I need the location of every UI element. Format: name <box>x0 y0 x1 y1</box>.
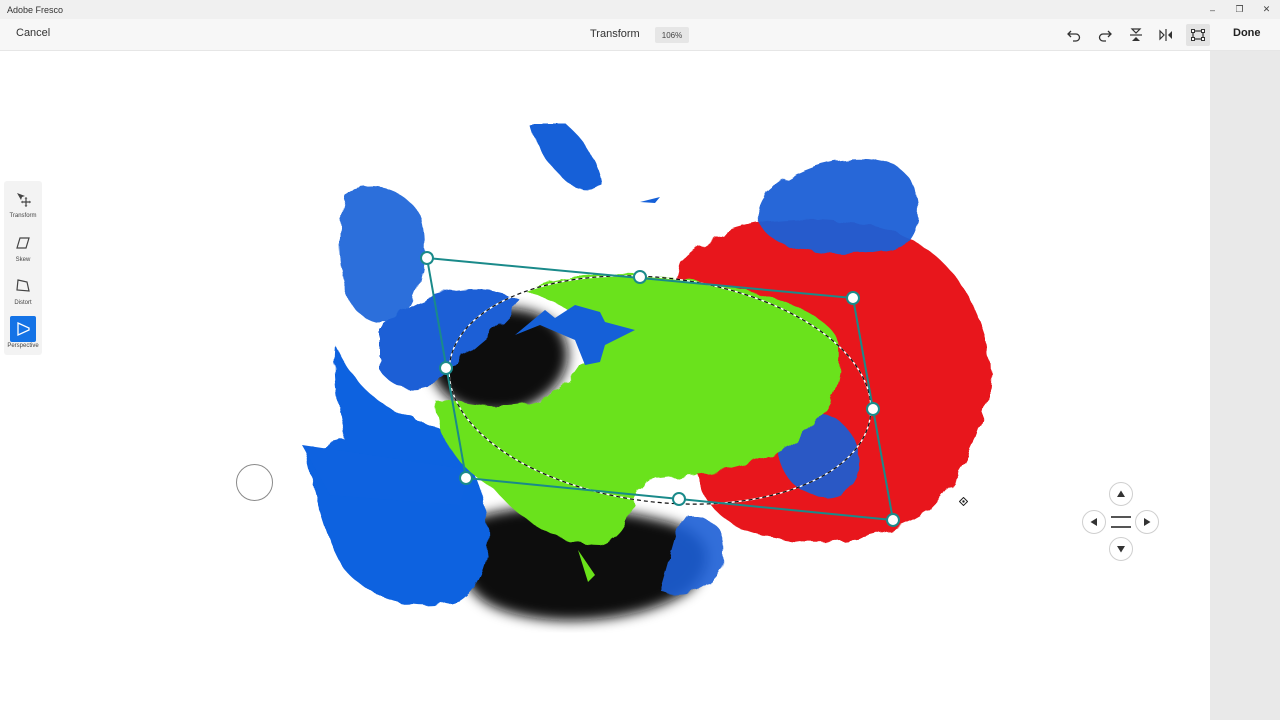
arrow-left-icon[interactable] <box>1082 510 1106 534</box>
cancel-button[interactable]: Cancel <box>16 27 50 39</box>
drawing-canvas[interactable] <box>0 51 1210 720</box>
transform-move-icon <box>10 186 36 212</box>
corner-handle-top-left <box>420 251 434 265</box>
mode-distort-label: Distort <box>14 300 32 306</box>
restore-button[interactable]: ❐ <box>1226 0 1253 19</box>
mode-distort[interactable]: Distort <box>4 273 42 315</box>
mode-skew-label: Skew <box>15 257 31 263</box>
window-controls: – ❐ ✕ <box>1199 0 1280 19</box>
app-title: Adobe Fresco <box>7 4 64 15</box>
edge-handle-right <box>866 402 880 416</box>
flip-vertical-icon[interactable] <box>1124 24 1148 46</box>
artwork <box>302 126 990 621</box>
skew-icon <box>10 230 36 256</box>
pivot-point-icon[interactable] <box>959 497 968 506</box>
corner-handle-top-right <box>846 291 860 305</box>
zoom-level[interactable]: 106% <box>655 27 689 43</box>
blue-paint-stroke-top-right <box>757 158 919 255</box>
blue-paint-stroke-left <box>338 187 425 324</box>
corner-handle-bottom-right <box>886 513 900 527</box>
mode-transform-label: Transform <box>9 213 37 219</box>
mode-perspective-label: Perspective <box>7 343 39 349</box>
close-button[interactable]: ✕ <box>1253 0 1280 19</box>
transform-bounds-icon[interactable] <box>1186 24 1210 46</box>
distort-icon <box>10 273 36 299</box>
edge-handle-bottom <box>672 492 686 506</box>
mode-perspective[interactable]: Perspective <box>4 316 42 358</box>
arrow-up-icon[interactable] <box>1109 482 1133 506</box>
edge-handle-left <box>439 361 453 375</box>
nudge-control <box>1082 482 1160 562</box>
perspective-icon <box>10 316 36 342</box>
mode-skew[interactable]: Skew <box>4 230 42 272</box>
drag-handle-icon[interactable] <box>1111 516 1131 528</box>
flip-horizontal-icon[interactable] <box>1154 24 1178 46</box>
mode-title: Transform <box>590 28 640 40</box>
minimize-button[interactable]: – <box>1199 0 1226 19</box>
done-button[interactable]: Done <box>1233 27 1261 39</box>
blue-paint-stroke-top <box>530 126 602 189</box>
window-titlebar: Adobe Fresco – ❐ ✕ <box>0 0 1280 19</box>
arrow-down-icon[interactable] <box>1109 537 1133 561</box>
transform-toolbar: Cancel Transform 106% Done <box>0 19 1280 51</box>
brush-cursor <box>236 464 273 501</box>
transform-mode-panel: Transform Skew Distort Perspective <box>4 181 42 355</box>
mode-transform[interactable]: Transform <box>4 186 42 228</box>
corner-handle-bottom-left <box>459 471 473 485</box>
edge-handle-top <box>633 270 647 284</box>
redo-icon[interactable] <box>1093 24 1117 46</box>
undo-icon[interactable] <box>1062 24 1086 46</box>
arrow-right-icon[interactable] <box>1135 510 1159 534</box>
right-side-panel <box>1210 51 1280 720</box>
